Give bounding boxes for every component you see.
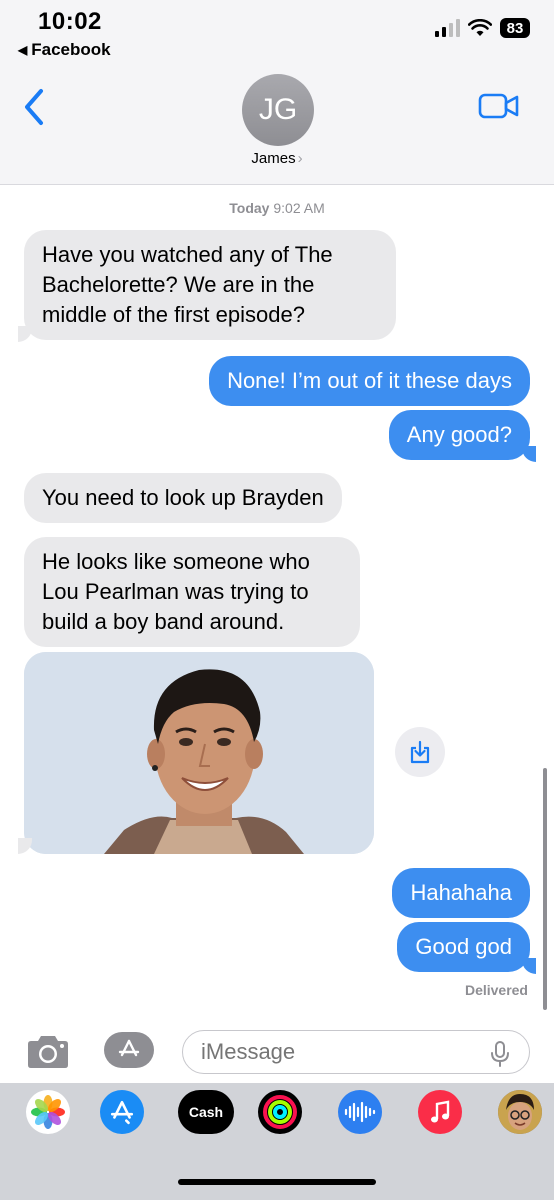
music-app-button[interactable] xyxy=(418,1090,462,1134)
back-app-label: Facebook xyxy=(31,40,111,59)
message-bubble-outgoing[interactable]: None! I’m out of it these days xyxy=(209,356,530,406)
bubble-tail xyxy=(18,326,32,342)
wifi-icon xyxy=(468,19,492,36)
app-store-icon xyxy=(110,1100,134,1125)
app-store-icon xyxy=(118,1039,140,1057)
apple-cash-button[interactable]: Cash xyxy=(178,1090,234,1134)
timestamp-time: 9:02 AM xyxy=(273,200,325,216)
chevron-right-icon: › xyxy=(297,150,303,167)
portrait-photo xyxy=(24,652,374,854)
message-input[interactable] xyxy=(182,1030,530,1074)
save-photo-button[interactable] xyxy=(395,727,445,777)
delivered-status: Delivered xyxy=(464,982,528,998)
timestamp-day: Today xyxy=(229,200,270,216)
audio-message-icon xyxy=(344,1101,376,1123)
chevron-left-icon[interactable] xyxy=(22,88,46,126)
contact-name-button[interactable]: James › xyxy=(0,150,554,167)
contact-avatar[interactable]: JG xyxy=(242,74,314,146)
photos-icon xyxy=(31,1095,65,1129)
app-store-app-button[interactable] xyxy=(100,1090,144,1134)
status-time: 10:02 xyxy=(38,8,102,35)
message-bubble-incoming[interactable]: You need to look up Brayden xyxy=(24,473,342,523)
bubble-tail xyxy=(522,446,536,462)
app-store-drawer-button[interactable] xyxy=(104,1032,154,1068)
photo-message[interactable] xyxy=(24,652,374,854)
activity-app-button[interactable] xyxy=(258,1090,302,1134)
contact-name: James xyxy=(251,150,296,167)
audio-message-button[interactable] xyxy=(338,1090,382,1134)
camera-icon[interactable] xyxy=(24,1034,72,1070)
message-bubble-outgoing[interactable]: Hahahaha xyxy=(392,868,530,918)
video-call-icon[interactable] xyxy=(478,92,520,120)
message-bubble-outgoing[interactable]: Good god xyxy=(397,922,530,972)
message-timestamp: Today 9:02 AM xyxy=(0,200,554,216)
status-icons: 83 xyxy=(435,18,530,38)
back-to-app-link[interactable]: ◀ Facebook xyxy=(18,40,111,60)
message-bubble-incoming[interactable]: He looks like someone who Lou Pearlman w… xyxy=(24,537,360,647)
home-indicator[interactable] xyxy=(178,1179,376,1185)
memoji-icon xyxy=(498,1090,542,1134)
bubble-tail xyxy=(522,958,536,974)
bubble-tail xyxy=(18,838,32,854)
memoji-app-button[interactable] xyxy=(498,1090,542,1134)
back-triangle-icon: ◀ xyxy=(18,43,28,57)
music-icon xyxy=(431,1100,450,1123)
message-bubble-outgoing[interactable]: Any good? xyxy=(388,410,530,460)
activity-icon xyxy=(263,1095,297,1129)
battery-indicator: 83 xyxy=(500,18,530,38)
download-icon xyxy=(410,740,430,764)
scroll-indicator[interactable] xyxy=(543,768,547,1010)
microphone-icon[interactable] xyxy=(490,1040,510,1068)
apple-cash-label: Cash xyxy=(188,1104,224,1120)
photos-app-button[interactable] xyxy=(26,1090,70,1134)
message-bubble-incoming[interactable]: Have you watched any of The Bachelorette… xyxy=(24,230,396,340)
cellular-signal-icon xyxy=(435,19,460,37)
